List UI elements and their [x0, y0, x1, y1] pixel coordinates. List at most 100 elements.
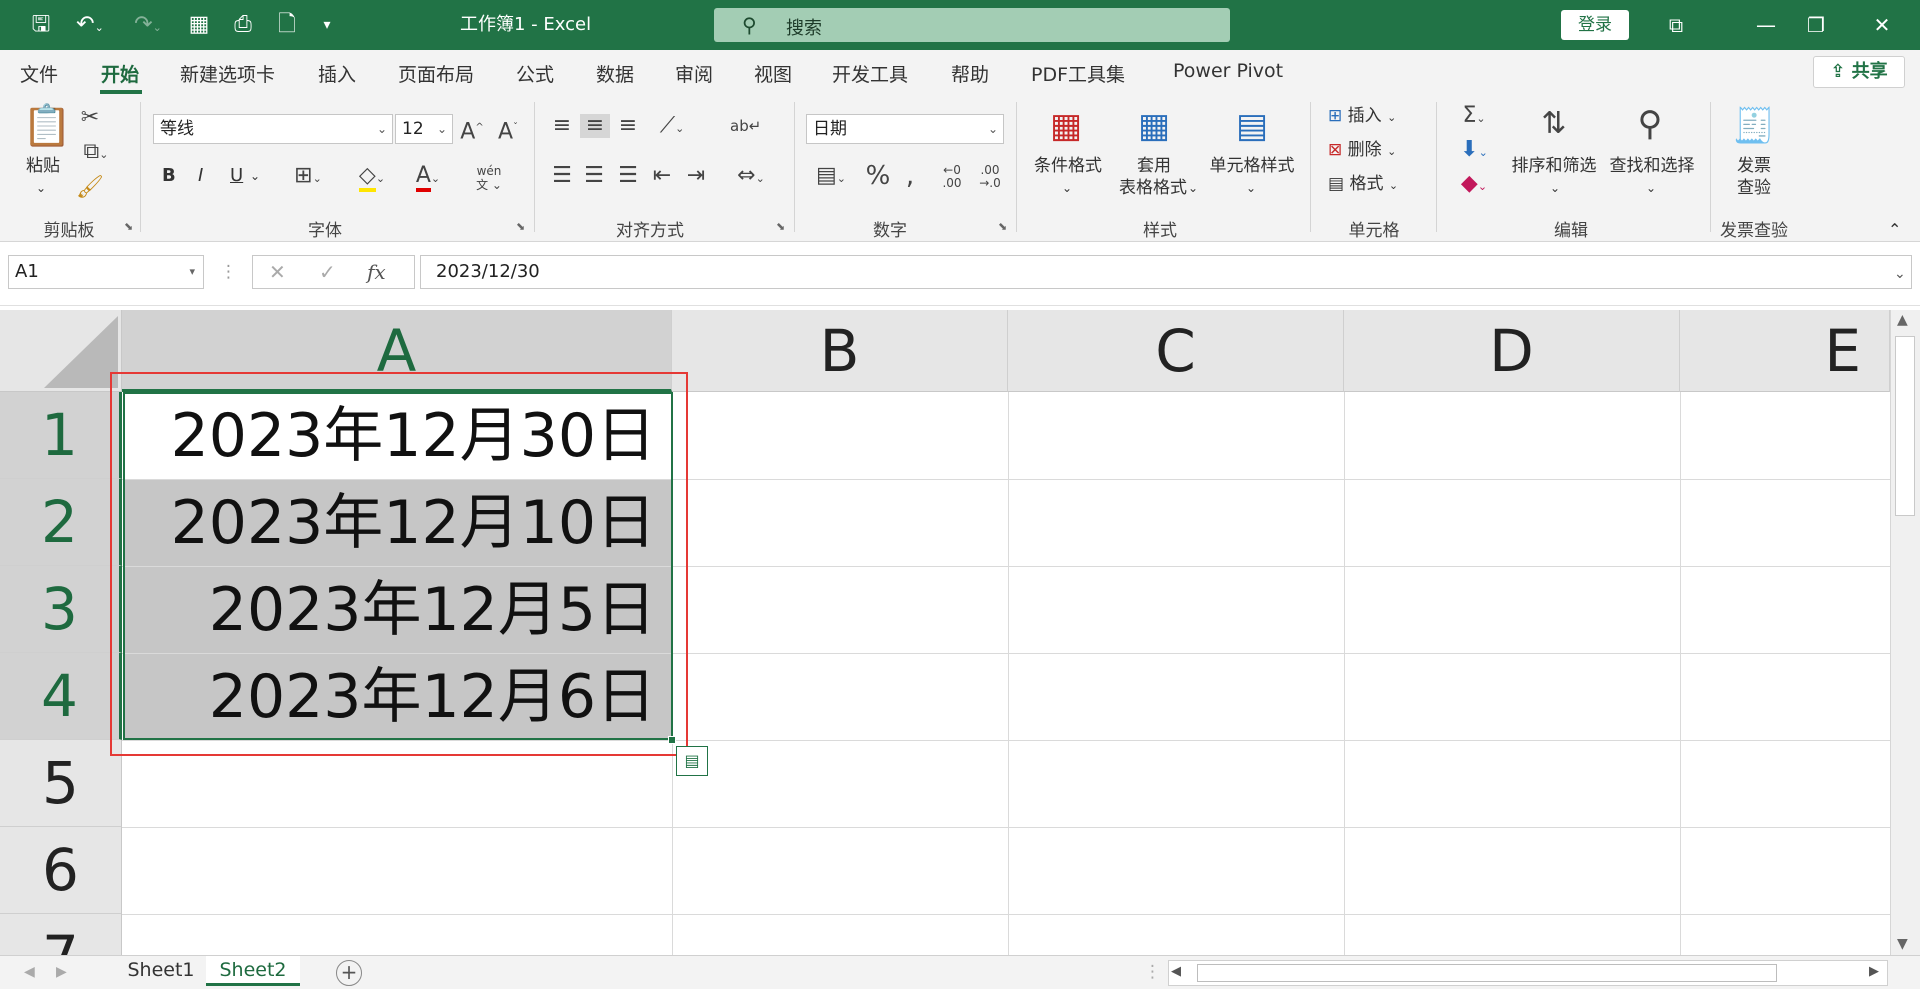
tab-layout[interactable]: 页面布局 — [398, 60, 474, 87]
align-left-icon[interactable]: ☰ — [548, 164, 576, 188]
cell-a1[interactable]: 2023年12月30日 — [123, 393, 672, 479]
sheet-tab-sheet1[interactable]: Sheet1 — [120, 956, 202, 986]
find-select-dropdown-icon[interactable]: ⌄ — [1646, 178, 1656, 198]
scroll-up-icon[interactable]: ▲ — [1897, 312, 1908, 328]
bold-button[interactable]: B — [162, 166, 176, 186]
conditional-format-button[interactable]: 条件格式 — [1030, 156, 1106, 176]
increase-decimal-icon[interactable]: ←0.00 — [936, 164, 968, 190]
cell-a2[interactable]: 2023年12月10日 — [123, 480, 672, 566]
tab-new[interactable]: 新建选项卡 — [180, 60, 275, 87]
orientation-icon[interactable]: ⟋⌄ — [650, 114, 694, 141]
row-header-7[interactable]: 7 — [0, 914, 122, 955]
tab-pdf[interactable]: PDF工具集 — [1031, 60, 1125, 87]
insert-cells-button[interactable]: ⊞ 插入 ⌄ — [1328, 106, 1396, 128]
format-cells-button[interactable]: ▤ 格式 ⌄ — [1328, 174, 1398, 196]
invoice-check-icon[interactable]: 🧾 — [1730, 106, 1778, 146]
merge-center-icon[interactable]: ⇔⌄ — [728, 164, 774, 191]
decrease-font-icon[interactable]: Aˇ — [494, 116, 522, 144]
underline-button[interactable]: U — [230, 166, 243, 186]
invoice-check-button[interactable]: 查验 — [1736, 178, 1772, 198]
tab-review[interactable]: 审阅 — [675, 60, 713, 87]
add-sheet-icon[interactable]: + — [336, 960, 362, 986]
vertical-scrollbar[interactable]: ▲ ▼ — [1890, 310, 1920, 955]
row-header-5[interactable]: 5 — [0, 740, 122, 827]
cell-a4[interactable]: 2023年12月6日 — [123, 654, 672, 740]
prev-sheet-icon[interactable]: ◀ — [24, 962, 35, 982]
tab-formulas[interactable]: 公式 — [516, 60, 554, 87]
insert-function-icon[interactable]: fx — [367, 262, 386, 282]
quick-analysis-icon[interactable]: ▤ — [676, 746, 708, 776]
expand-formula-icon[interactable]: ⌄ — [1894, 264, 1906, 284]
minimize-icon[interactable]: — — [1744, 10, 1788, 40]
cell-styles-button[interactable]: 单元格样式 — [1204, 156, 1300, 176]
row-header-1[interactable]: 1 — [0, 392, 122, 479]
find-select-icon[interactable]: ⚲ — [1626, 102, 1674, 146]
column-header-a[interactable]: A — [122, 310, 672, 392]
confirm-icon[interactable]: ✓ — [319, 262, 336, 282]
column-header-b[interactable]: B — [672, 310, 1008, 392]
save-icon[interactable]: 🖫 — [26, 12, 56, 38]
close-icon[interactable]: ✕ — [1860, 10, 1904, 40]
row-header-3[interactable]: 3 — [0, 566, 122, 653]
align-middle-icon[interactable]: ≡ — [580, 114, 610, 138]
tab-power-pivot[interactable]: Power Pivot — [1173, 60, 1283, 82]
horizontal-scrollbar[interactable]: ◀ ▶ — [1168, 960, 1888, 986]
cell-styles-dropdown-icon[interactable]: ⌄ — [1246, 178, 1256, 198]
format-as-table-line1[interactable]: 套用 — [1136, 156, 1172, 176]
column-header-c[interactable]: C — [1008, 310, 1344, 392]
border-icon[interactable]: ⊞⌄ — [286, 164, 330, 191]
font-launcher-icon[interactable]: ⬊ — [516, 220, 525, 233]
fill-color-icon[interactable]: ◇⌄ — [350, 163, 394, 192]
scroll-right-icon[interactable]: ▶ — [1869, 964, 1879, 979]
print-icon[interactable]: ⎙ — [228, 12, 258, 38]
splitter-icon[interactable]: ⋮ — [1144, 962, 1161, 982]
tab-data[interactable]: 数据 — [596, 60, 634, 87]
autosum-icon[interactable]: Σ⌄ — [1450, 104, 1498, 131]
copy-icon[interactable]: ⧉⌄ — [76, 140, 116, 167]
collapse-ribbon-icon[interactable]: ⌃ — [1888, 220, 1901, 240]
align-right-icon[interactable]: ☰ — [614, 164, 642, 188]
font-color-icon[interactable]: A⌄ — [406, 163, 450, 192]
undo-icon[interactable]: ↶⌄ — [70, 12, 110, 38]
percent-icon[interactable]: % — [864, 163, 892, 189]
scroll-thumb[interactable] — [1895, 336, 1915, 516]
cell-a3[interactable]: 2023年12月5日 — [123, 567, 672, 653]
number-format-dropdown[interactable]: 日期 ⌄ — [806, 114, 1004, 144]
name-box[interactable]: A1 ▾ — [8, 255, 204, 289]
format-as-table-icon[interactable]: ▦ — [1130, 106, 1178, 146]
row-header-4[interactable]: 4 — [0, 653, 122, 740]
tab-file[interactable]: 文件 — [20, 60, 58, 87]
delete-cells-button[interactable]: ⊠ 删除 ⌄ — [1328, 140, 1396, 162]
cut-icon[interactable]: ✂ — [76, 106, 104, 130]
clear-icon[interactable]: ◆⌄ — [1450, 172, 1498, 199]
sort-filter-button[interactable]: 排序和筛选 — [1506, 156, 1602, 176]
ribbon-display-icon[interactable]: ⧉ — [1654, 10, 1698, 40]
clipboard-launcher-icon[interactable]: ⬊ — [124, 220, 133, 233]
tab-view[interactable]: 视图 — [754, 60, 792, 87]
tab-help[interactable]: 帮助 — [951, 60, 989, 87]
align-center-icon[interactable]: ☰ — [580, 164, 608, 188]
font-size-dropdown[interactable]: 12 ⌄ — [395, 114, 453, 144]
column-header-e[interactable]: E — [1680, 310, 1890, 392]
paste-dropdown-icon[interactable]: ⌄ — [36, 178, 46, 198]
phonetic-icon[interactable]: wén 文 ⌄ — [466, 164, 512, 192]
font-name-dropdown[interactable]: 等线 ⌄ — [153, 114, 393, 144]
tab-developer[interactable]: 开发工具 — [832, 60, 908, 87]
form-icon[interactable]: ▦ — [184, 12, 214, 38]
row-header-2[interactable]: 2 — [0, 479, 122, 566]
share-button[interactable]: ⇪ 共享 — [1813, 56, 1905, 88]
number-launcher-icon[interactable]: ⬊ — [998, 220, 1007, 233]
search-box[interactable]: ⚲ 搜索 — [714, 8, 1230, 42]
scroll-down-icon[interactable]: ▼ — [1897, 936, 1908, 952]
increase-indent-icon[interactable]: ⇥ — [682, 164, 710, 188]
comma-style-icon[interactable]: , — [898, 163, 922, 189]
paste-icon[interactable]: 📋 — [22, 104, 72, 148]
decrease-decimal-icon[interactable]: .00 →.0 — [974, 164, 1006, 190]
column-header-d[interactable]: D — [1344, 310, 1680, 392]
find-select-button[interactable]: 查找和选择 — [1604, 156, 1700, 176]
sort-filter-icon[interactable]: ⇅ — [1530, 104, 1578, 144]
increase-font-icon[interactable]: A^ — [458, 116, 486, 144]
conditional-format-icon[interactable]: ▦ — [1042, 106, 1090, 146]
paste-button[interactable]: 粘贴 — [20, 156, 66, 176]
fill-icon[interactable]: ⬇⌄ — [1450, 138, 1498, 165]
